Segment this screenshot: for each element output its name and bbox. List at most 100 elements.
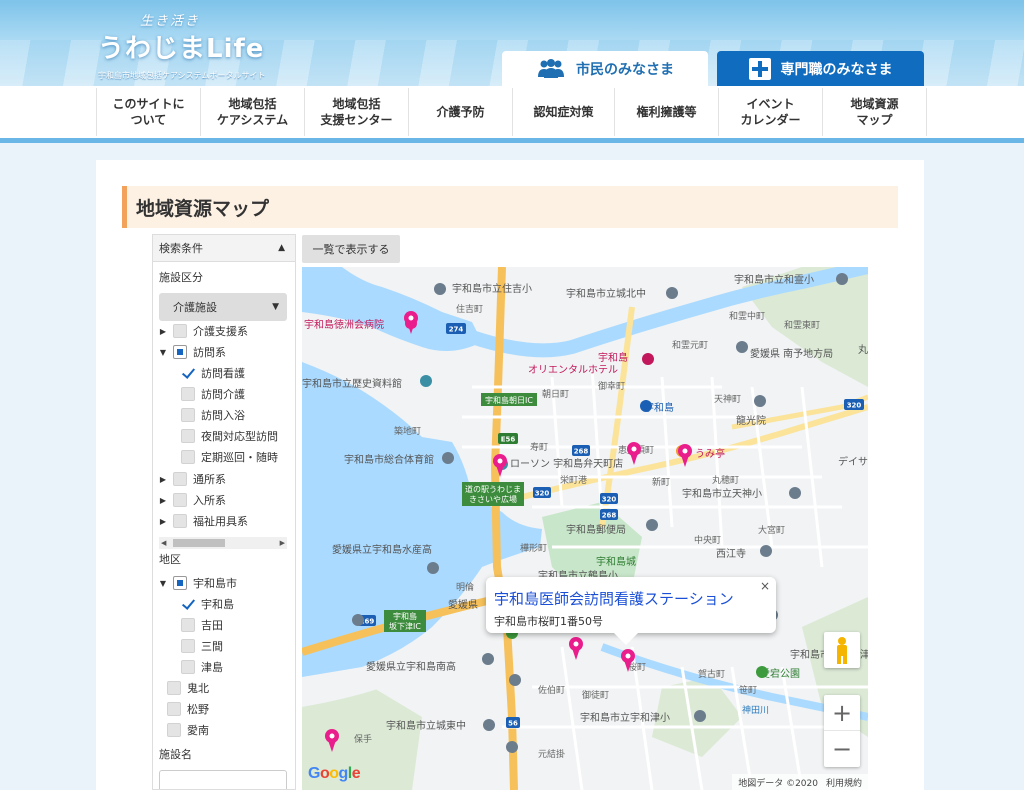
checkbox[interactable] — [181, 597, 195, 611]
checkbox[interactable] — [181, 408, 195, 422]
map-canvas[interactable]: 274 268 E56 320 268 320 320 269 56 宇和島朝日… — [302, 267, 868, 790]
collapse-arrow-icon[interactable]: ▼ — [159, 348, 167, 357]
checkbox[interactable] — [181, 618, 195, 632]
google-logo[interactable]: Google — [308, 765, 361, 783]
svg-text:56: 56 — [508, 720, 518, 728]
show-list-button[interactable]: 一覧で表示する — [302, 235, 400, 263]
checkbox[interactable] — [173, 472, 187, 486]
filter-header-label: 検索条件 — [159, 242, 203, 255]
tree-item-day-service[interactable]: ▶ 通所系 — [159, 469, 226, 489]
tab-professionals[interactable]: 専門職のみなさま — [717, 51, 924, 86]
map-label: 宇和島市立和霊小 — [734, 273, 814, 286]
nav-dementia[interactable]: 認知症対策 — [513, 88, 615, 136]
checkbox[interactable] — [181, 387, 195, 401]
zoom-in-button[interactable]: + — [824, 695, 860, 731]
route-shield: 320 — [844, 399, 864, 410]
tree-item-label: 三間 — [201, 640, 223, 653]
checkbox[interactable] — [173, 345, 187, 359]
scroll-left-icon[interactable]: ◀ — [161, 537, 166, 549]
checkbox[interactable] — [181, 429, 195, 443]
tree-item-visiting-bath[interactable]: 訪問入浴 — [181, 405, 245, 425]
area-item-mima[interactable]: 三間 — [181, 636, 223, 656]
map-label: 龍光院 — [736, 414, 766, 427]
tree-item-label: 松野 — [187, 703, 209, 716]
scroll-thumb[interactable] — [173, 539, 225, 547]
checkbox[interactable] — [173, 493, 187, 507]
checkbox[interactable] — [167, 702, 181, 716]
area-item-uwajima-city[interactable]: ▼ 宇和島市 — [159, 573, 237, 593]
area-item-matsuno[interactable]: 松野 — [167, 699, 209, 719]
area-item-ainan[interactable]: 愛南 — [167, 720, 209, 740]
area-item-yoshida[interactable]: 吉田 — [181, 615, 223, 635]
main-content: 地域資源マップ 検索条件 ▲ 施設区分 介護施設 ▼ ▶ 介護支援系 ▼ 訪問系… — [96, 160, 924, 790]
zoom-out-button[interactable]: − — [824, 731, 860, 767]
checkbox[interactable] — [173, 324, 187, 338]
tab-professionals-label: 専門職のみなさま — [780, 61, 893, 78]
tree-item-label: 訪問介護 — [201, 388, 245, 401]
map-label: 栄町港 — [560, 474, 587, 486]
map-label: オリエンタルホテル — [528, 364, 618, 376]
info-window-title[interactable]: 宇和島医師会訪問看護ステーション — [494, 588, 766, 609]
checkbox[interactable] — [181, 639, 195, 653]
terms-link[interactable]: 利用規約 — [826, 779, 862, 789]
tree-item-night-visit[interactable]: 夜間対応型訪問 — [181, 426, 278, 446]
tree-item-regular-patrol[interactable]: 定期巡回・随時 — [181, 447, 278, 467]
nav-event-calendar[interactable]: イベント カレンダー — [719, 88, 823, 136]
map-label: 中央町 — [694, 534, 721, 546]
tree-item-residential[interactable]: ▶ 入所系 — [159, 490, 226, 510]
svg-text:宇和島: 宇和島 — [393, 611, 417, 621]
map-label: 宇和島市立宇和津小 — [580, 711, 670, 724]
info-window[interactable]: 宇和島医師会訪問看護ステーション 宇和島市桜町1番50号 × — [486, 577, 776, 645]
nav-about[interactable]: このサイトに ついて — [97, 88, 201, 136]
map-label: 明倫 — [456, 581, 474, 593]
facility-type-select[interactable]: 介護施設 ▼ — [159, 293, 287, 321]
tree-item-visiting-care[interactable]: 訪問介護 — [181, 384, 245, 404]
expand-icon[interactable]: ▶ — [159, 475, 167, 484]
street-view-pegman[interactable] — [824, 632, 860, 668]
checkbox[interactable] — [173, 514, 187, 528]
roadside-station-label: 道の駅うわじまきさいや広場 — [462, 482, 524, 506]
area-item-uwajima[interactable]: 宇和島 — [181, 594, 234, 614]
map-label: 元結掛 — [538, 748, 565, 760]
collapse-arrow-icon[interactable]: ▼ — [159, 579, 167, 588]
filter-header[interactable]: 検索条件 ▲ — [153, 235, 295, 262]
tree-item-label: 介護支援系 — [193, 325, 248, 338]
tree-item-visiting[interactable]: ▼ 訪問系 — [159, 342, 226, 362]
map-label: 宇和島市立天神小 — [682, 487, 762, 500]
nav-resource-map[interactable]: 地域資源 マップ — [823, 88, 927, 136]
checkbox[interactable] — [173, 576, 187, 590]
nav-rights-advocacy[interactable]: 権利擁護等 — [615, 88, 719, 136]
area-item-kihoku[interactable]: 鬼北 — [167, 678, 209, 698]
tab-citizens[interactable]: 市民のみなさま — [502, 51, 708, 86]
close-icon[interactable]: × — [760, 579, 770, 593]
tree-item-care-support[interactable]: ▶ 介護支援系 — [159, 321, 248, 341]
nav-care-prevention[interactable]: 介護予防 — [409, 88, 513, 136]
route-shield: 320 — [600, 493, 618, 504]
tree-item-label: 訪問系 — [193, 346, 226, 359]
horizontal-scrollbar[interactable]: ◀ ▶ — [159, 537, 287, 549]
checkbox[interactable] — [167, 681, 181, 695]
tree-item-label: 入所系 — [193, 494, 226, 507]
resource-map[interactable]: 274 268 E56 320 268 320 320 269 56 宇和島朝日… — [302, 267, 868, 790]
expand-icon[interactable]: ▶ — [159, 517, 167, 526]
expand-icon[interactable]: ▶ — [159, 496, 167, 505]
checkbox[interactable] — [167, 723, 181, 737]
nav-support-center[interactable]: 地域包括 支援センター — [305, 88, 409, 136]
map-label: 和霊中町 — [729, 310, 765, 322]
svg-text:320: 320 — [602, 496, 617, 504]
area-item-tsushima[interactable]: 津島 — [181, 657, 223, 677]
scroll-right-icon[interactable]: ▶ — [280, 537, 285, 549]
nav-care-system[interactable]: 地域包括 ケアシステム — [201, 88, 305, 136]
map-label: 保手 — [354, 733, 372, 745]
checkbox[interactable] — [181, 450, 195, 464]
facility-name-input[interactable] — [159, 770, 287, 789]
map-label: 樺形町 — [520, 542, 547, 554]
expand-icon[interactable]: ▶ — [159, 327, 167, 336]
tree-item-visiting-nursing[interactable]: 訪問看護 — [181, 363, 245, 383]
logo-tagline: 生き活き — [140, 14, 201, 29]
checkbox[interactable] — [181, 660, 195, 674]
route-shield: 268 — [600, 509, 618, 520]
checkbox[interactable] — [181, 366, 195, 380]
tree-item-welfare-equipment[interactable]: ▶ 福祉用具系 — [159, 511, 248, 531]
map-label: 朝日町 — [542, 389, 569, 400]
